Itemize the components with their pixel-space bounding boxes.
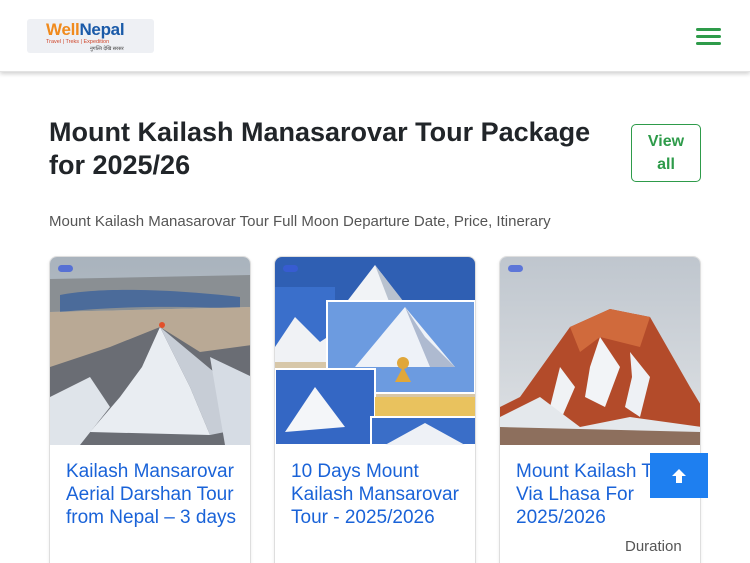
logo-word-well: Well [46,20,80,39]
tour-card-image[interactable] [275,257,475,445]
logo-word-nepal: Nepal [79,20,125,39]
tour-card-via-lhasa[interactable]: Mount Kailash Tour Via Lhasa For 2025/20… [499,256,701,563]
arrow-up-icon [672,468,686,483]
tour-card-image[interactable] [500,257,700,445]
tour-card-aerial-darshan[interactable]: Kailash Mansarovar Aerial Darshan Tour f… [49,256,251,563]
tour-card-title[interactable]: Kailash Mansarovar Aerial Darshan Tour f… [66,460,241,529]
site-logo[interactable]: WellNepal Travel | Treks | Expedition नु… [27,19,154,53]
hamburger-icon[interactable] [696,28,721,45]
tour-card-image[interactable] [50,257,250,445]
page-title: Mount Kailash Manasarovar Tour Package f… [49,117,591,180]
tour-card-title[interactable]: 10 Days Mount Kailash Mansarovar Tour - … [291,460,466,529]
view-all-button[interactable]: View all [631,124,701,182]
logo-tagline: Travel | Treks | Expedition [46,39,110,45]
image-badge [283,265,298,272]
page-subtitle: Mount Kailash Manasarovar Tour Full Moon… [49,213,551,230]
image-badge [58,265,73,272]
logo-subline: नुगल्ति देखि सरसर [90,46,124,52]
site-header: WellNepal Travel | Treks | Expedition नु… [0,0,750,72]
scroll-top-button[interactable] [650,453,708,498]
image-badge [508,265,523,272]
logo-wordmark: WellNepal [46,21,154,38]
duration-label: Duration [625,538,682,555]
tour-card-10-days[interactable]: 10 Days Mount Kailash Mansarovar Tour - … [274,256,476,563]
